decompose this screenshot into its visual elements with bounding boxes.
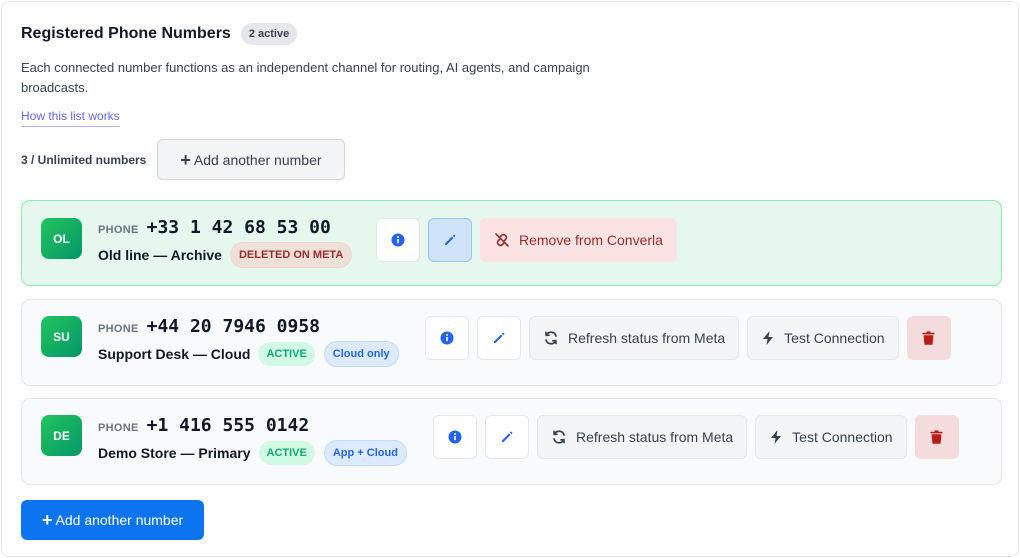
pencil-icon <box>494 332 505 343</box>
refresh-icon <box>553 430 565 444</box>
delete-button[interactable] <box>906 316 951 360</box>
info-button[interactable] <box>433 415 477 459</box>
phone-info: PHONE +1 416 555 0142 Demo Store — Prima… <box>98 415 416 466</box>
test-connection-label: Test Connection <box>784 330 885 346</box>
refresh-label: Refresh status from Meta <box>576 429 734 445</box>
unlink-icon <box>495 233 509 247</box>
phone-number: +1 416 555 0142 <box>146 415 310 436</box>
pencil-icon <box>445 234 456 245</box>
avatar: SU <box>41 316 82 357</box>
mode-badge: Cloud only <box>323 341 399 367</box>
edit-button[interactable] <box>428 218 472 262</box>
edit-button[interactable] <box>477 316 521 360</box>
test-connection-button[interactable]: Test Connection <box>747 316 899 360</box>
active-count-badge: 2 active <box>240 23 298 45</box>
how-this-list-works-link[interactable]: How this list works <box>21 109 120 127</box>
card-actions: Refresh status from Meta Test Connection <box>433 415 959 459</box>
phone-tag: PHONE <box>98 422 139 434</box>
add-number-button-top[interactable]: + Add another number <box>157 139 345 180</box>
phone-info: PHONE +33 1 42 68 53 00 Old line — Archi… <box>98 217 361 268</box>
add-number-label: Add another number <box>193 151 322 168</box>
status-badge: ACTIVE <box>258 342 315 366</box>
test-connection-label: Test Connection <box>792 429 893 445</box>
avatar: OL <box>41 218 82 259</box>
phone-info: PHONE +44 20 7946 0958 Support Desk — Cl… <box>98 316 408 367</box>
info-button[interactable] <box>425 316 469 360</box>
delete-button[interactable] <box>914 415 959 459</box>
status-badge: DELETED ON META <box>229 242 353 268</box>
info-button[interactable] <box>376 218 420 262</box>
panel-description: Each connected number functions as an in… <box>21 60 590 95</box>
phone-numbers-panel: Registered Phone Numbers 2 active Each c… <box>1 1 1019 557</box>
info-icon <box>391 233 405 247</box>
refresh-label: Refresh status from Meta <box>568 330 726 346</box>
quota-row: 3 / Unlimited numbers + Add another numb… <box>21 139 345 180</box>
info-icon <box>448 430 462 444</box>
phone-tag: PHONE <box>98 323 139 335</box>
card-actions: Remove from Converla <box>376 218 685 262</box>
add-number-label: Add another number <box>55 512 184 528</box>
panel-header: Registered Phone Numbers 2 active <box>21 23 298 45</box>
add-number-button-bottom[interactable]: + Add another number <box>21 500 205 540</box>
trash-icon <box>930 430 943 444</box>
avatar: DE <box>41 415 82 456</box>
refresh-status-button[interactable]: Refresh status from Meta <box>529 316 740 360</box>
phone-name: Demo Store — Primary <box>98 445 251 461</box>
page-title: Registered Phone Numbers <box>21 25 231 42</box>
remove-from-converla-button[interactable]: Remove from Converla <box>480 218 677 262</box>
plus-icon: + <box>180 149 191 170</box>
remove-label: Remove from Converla <box>519 232 663 248</box>
pencil-icon <box>502 431 513 442</box>
phone-number: +33 1 42 68 53 00 <box>146 217 331 238</box>
plus-icon: + <box>42 510 53 530</box>
info-icon <box>440 331 454 345</box>
refresh-icon <box>545 331 557 345</box>
quota-label: 3 / Unlimited numbers <box>21 152 147 167</box>
trash-icon <box>922 331 935 345</box>
status-badge: ACTIVE <box>258 441 315 465</box>
mode-badge: App + Cloud <box>323 440 407 466</box>
test-connection-button[interactable]: Test Connection <box>755 415 907 459</box>
phone-tag: PHONE <box>98 224 139 236</box>
phone-card-demo-store: DE PHONE +1 416 555 0142 Demo Store — Pr… <box>21 398 1002 485</box>
phone-card-old-line: OL PHONE +33 1 42 68 53 00 Old line — Ar… <box>21 200 1002 286</box>
bolt-icon <box>771 430 782 444</box>
refresh-status-button[interactable]: Refresh status from Meta <box>537 415 748 459</box>
phone-card-support-desk: SU PHONE +44 20 7946 0958 Support Desk —… <box>21 299 1002 386</box>
edit-button[interactable] <box>485 415 529 459</box>
card-actions: Refresh status from Meta Test Connection <box>425 316 951 360</box>
phone-name: Old line — Archive <box>98 247 222 263</box>
phone-number: +44 20 7946 0958 <box>146 316 321 337</box>
bolt-icon <box>763 331 774 345</box>
phone-name: Support Desk — Cloud <box>98 346 251 362</box>
